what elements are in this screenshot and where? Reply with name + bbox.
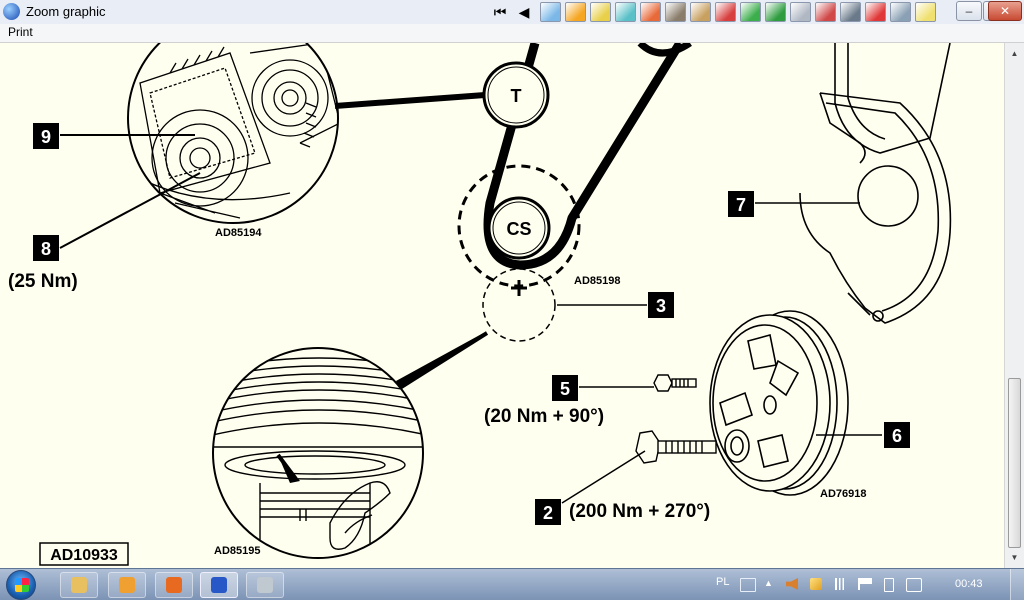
- crank-position-marker: [393, 268, 647, 393]
- torque-8: (25 Nm): [8, 271, 78, 292]
- spanner-icon[interactable]: [790, 2, 811, 22]
- tool-app-taskbar-button[interactable]: [246, 572, 284, 598]
- power-icon[interactable]: [810, 578, 822, 590]
- ref-top-left: AD85194: [215, 227, 262, 239]
- language-indicator[interactable]: PL: [716, 576, 729, 588]
- torque-5: (20 Nm + 90°): [484, 406, 604, 427]
- tool-app-icon: [257, 577, 273, 593]
- diagram-icon[interactable]: [540, 2, 561, 22]
- tool-icon[interactable]: [690, 2, 711, 22]
- graphic-viewport: AD85194 9 8 (25 Nm) T CS AD85198 3 AD851…: [0, 43, 1004, 568]
- ref-belt: AD85198: [574, 275, 620, 287]
- vertical-scrollbar[interactable]: ▲ ▼: [1004, 43, 1024, 568]
- scroll-down-icon[interactable]: ▼: [1007, 550, 1022, 565]
- callout-5: 5: [560, 379, 570, 399]
- menu-print[interactable]: Print: [8, 25, 33, 39]
- explorer-icon: [71, 577, 87, 593]
- app-taskbar-button[interactable]: [200, 572, 238, 598]
- checklist-icon[interactable]: [740, 2, 761, 22]
- ref-bottom-left: AD85195: [214, 545, 260, 557]
- torque-2: (200 Nm + 270°): [569, 501, 710, 522]
- note-icon[interactable]: [915, 2, 936, 22]
- start-button[interactable]: [6, 570, 36, 600]
- ref-pulley: AD76918: [820, 488, 866, 500]
- firefox-taskbar-button[interactable]: [155, 572, 193, 598]
- callout-8: 8: [41, 239, 51, 259]
- brake-icon[interactable]: [815, 2, 836, 22]
- callout-2: 2: [543, 503, 553, 523]
- bulb-icon[interactable]: [715, 2, 736, 22]
- close-button[interactable]: ✕: [988, 1, 1022, 21]
- figure-ref: AD10933: [50, 547, 118, 564]
- menu-bar: Print: [0, 24, 1024, 43]
- tensioner-label: T: [511, 86, 522, 106]
- media-player-icon: [119, 577, 135, 593]
- battery-icon[interactable]: [840, 2, 861, 22]
- signal-icon[interactable]: [834, 578, 846, 590]
- engine-icon[interactable]: [615, 2, 636, 22]
- volume-icon[interactable]: [786, 578, 798, 590]
- crankshaft-pulley-assembly: [709, 310, 849, 496]
- crankshaft-label: CS: [506, 219, 531, 239]
- taskbar: PL ▲ 00:43: [0, 568, 1024, 600]
- document-icon[interactable]: [765, 2, 786, 22]
- callout-3: 3: [656, 296, 666, 316]
- car-icon[interactable]: [640, 2, 661, 22]
- title-bar: Zoom graphic ⏮ ◀ – ❐ ✕: [0, 0, 1024, 25]
- timing-cover: [799, 43, 952, 324]
- technical-diagram: AD85194 9 8 (25 Nm) T CS AD85198 3 AD851…: [8, 43, 952, 566]
- network-icon[interactable]: [906, 578, 922, 592]
- callout-6: 6: [892, 426, 902, 446]
- scroll-up-icon[interactable]: ▲: [1007, 46, 1022, 61]
- nav-prev-button[interactable]: ◀: [514, 3, 534, 21]
- window-title: Zoom graphic: [26, 4, 106, 19]
- gear-icon[interactable]: [565, 2, 586, 22]
- minimize-button[interactable]: –: [956, 1, 982, 21]
- wrench-icon[interactable]: [590, 2, 611, 22]
- firefox-icon: [166, 577, 182, 593]
- crankshaft-bolt: [635, 430, 717, 464]
- gauge-icon[interactable]: [665, 2, 686, 22]
- explorer-taskbar-button[interactable]: [60, 572, 98, 598]
- sprocket-detail-view: AD85194: [59, 43, 339, 249]
- battery-icon[interactable]: [884, 578, 894, 592]
- clock[interactable]: 00:43: [955, 578, 983, 590]
- pulley-bolt-small: [653, 374, 697, 392]
- app-icon: [211, 577, 227, 593]
- chassis-icon[interactable]: [890, 2, 911, 22]
- show-hidden-icons-icon[interactable]: ▲: [764, 578, 776, 590]
- scroll-thumb[interactable]: [1008, 378, 1021, 548]
- show-desktop-button[interactable]: [1010, 569, 1024, 600]
- app-icon: [3, 3, 20, 20]
- flag-icon[interactable]: [858, 578, 872, 590]
- keyboard-icon[interactable]: [740, 578, 756, 592]
- nav-first-button[interactable]: ⏮: [490, 3, 510, 21]
- media-player-taskbar-button[interactable]: [108, 572, 146, 598]
- windows-logo-icon: [15, 578, 29, 592]
- callout-9: 9: [41, 127, 51, 147]
- callout-7: 7: [736, 195, 746, 215]
- tensioner-pulley: T: [482, 61, 550, 129]
- warning-icon[interactable]: [865, 2, 886, 22]
